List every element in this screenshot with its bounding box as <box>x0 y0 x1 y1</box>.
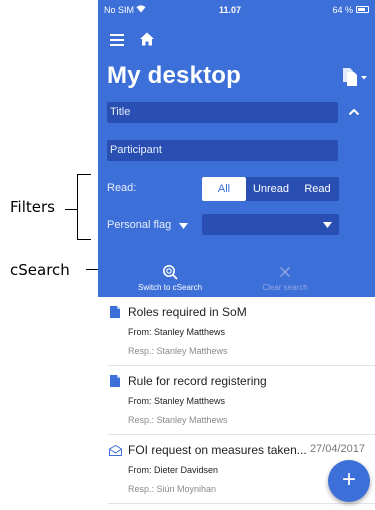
clear-search-label: Clear search <box>262 283 308 292</box>
csearch-annotation-label: cSearch <box>10 261 70 279</box>
page-title: My desktop <box>107 62 242 89</box>
filters-annotation-bracket-bottom <box>77 239 91 240</box>
read-option-read[interactable]: Read <box>296 177 339 201</box>
filters-annotation-connector <box>65 209 77 210</box>
read-option-unread[interactable]: Unread <box>246 177 296 201</box>
status-bar: No SIM 11.07 64 % <box>98 0 375 22</box>
item-date: 27/04/2017 <box>309 443 365 455</box>
chevron-down-icon <box>323 222 332 228</box>
item-responsible: Resp.: Siún Moynihan <box>128 484 217 494</box>
filters-annotation-bracket-top <box>77 174 91 175</box>
personal-flag-caret-icon[interactable] <box>179 223 188 229</box>
item-responsible: Resp.: Stanley Matthews <box>128 346 228 356</box>
hamburger-menu-icon[interactable] <box>110 34 124 46</box>
read-option-all[interactable]: All <box>202 177 246 201</box>
clock: 11.07 <box>219 5 242 15</box>
battery-icon <box>356 6 369 13</box>
item-from: From: Dieter Davidsen <box>128 465 219 475</box>
list-item[interactable]: Roles required in SoM From: Stanley Matt… <box>108 297 375 366</box>
item-subject: Roles required in SoM <box>128 305 247 319</box>
item-subject: FOI request on measures taken... <box>128 443 307 457</box>
item-from: From: Stanley Matthews <box>128 396 226 406</box>
participant-filter-input[interactable]: Participant <box>107 140 338 161</box>
item-responsible: Resp.: Stanley Matthews <box>128 415 228 425</box>
documents-menu-icon[interactable] <box>338 67 368 87</box>
item-subject: Rule for record registering <box>128 374 267 388</box>
close-icon <box>280 267 290 277</box>
read-filter-label: Read: <box>107 182 137 194</box>
filters-annotation-bracket <box>77 174 78 240</box>
phone-screen: No SIM 11.07 64 % My desktop Title Parti… <box>98 0 375 510</box>
personal-flag-select[interactable] <box>202 214 339 235</box>
home-icon[interactable] <box>139 31 155 47</box>
clear-search-button[interactable]: Clear search <box>240 264 330 292</box>
wifi-icon <box>136 5 146 13</box>
title-filter-input[interactable]: Title <box>107 102 338 123</box>
document-icon <box>110 375 120 387</box>
filters-annotation-label: Filters <box>10 198 55 216</box>
add-button[interactable]: + <box>328 460 370 502</box>
item-from: From: Stanley Matthews <box>128 327 226 337</box>
csearch-icon <box>163 265 178 280</box>
read-filter-segmented-control: All Unread Read <box>202 177 339 201</box>
list-item[interactable]: Rule for record registering From: Stanle… <box>108 366 375 435</box>
battery-percentage: 64 % <box>332 5 353 15</box>
switch-to-csearch-label: Switch to cSearch <box>137 283 203 292</box>
carrier-label: No SIM <box>104 5 135 15</box>
switch-to-csearch-button[interactable]: Switch to cSearch <box>125 264 215 292</box>
app-header: No SIM 11.07 64 % My desktop Title Parti… <box>98 0 375 297</box>
personal-flag-label[interactable]: Personal flag <box>107 219 171 231</box>
email-icon <box>109 445 122 456</box>
document-icon <box>110 306 120 318</box>
chevron-up-icon[interactable] <box>348 107 360 116</box>
